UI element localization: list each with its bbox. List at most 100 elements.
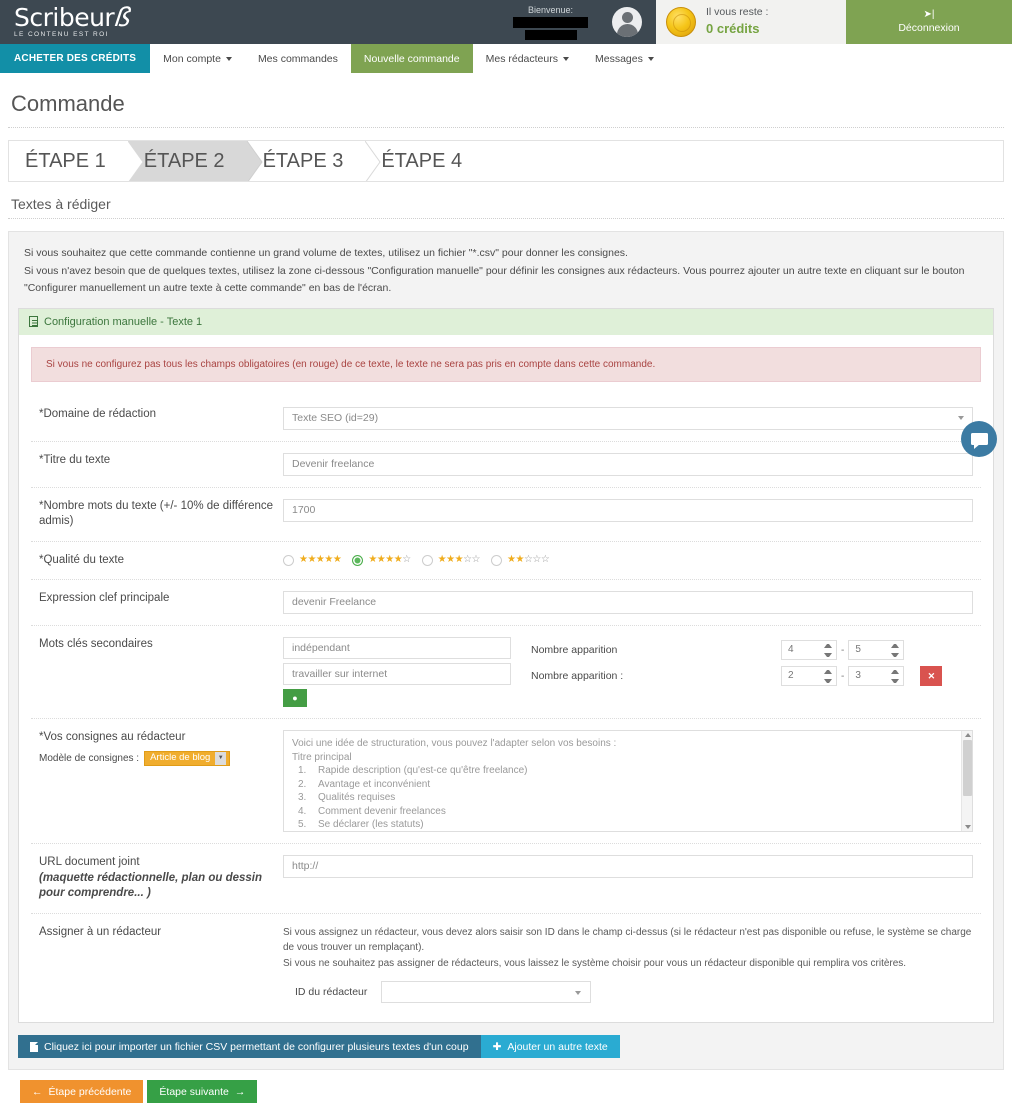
nav-item-mes-commandes[interactable]: Mes commandes [245, 44, 351, 73]
top-header: Scribeurß LE CONTENU EST ROI Bienvenue: … [0, 0, 1012, 44]
credits-text: Il vous reste : 0 crédits [706, 5, 768, 39]
delete-keyword-button[interactable]: ✕ [920, 666, 943, 687]
logout-button[interactable]: ➤| Déconnexion [846, 0, 1012, 44]
brand-name: Scribeurß [14, 3, 136, 33]
credits-value: 0 crédits [706, 21, 760, 37]
expression-clef-input[interactable]: devenir Freelance [283, 591, 973, 615]
consignes-item: 1. Rapide description (qu'est-ce qu'être … [298, 765, 528, 777]
nav-item-acheter-des-credits[interactable]: ACHETER DES CRÉDITS [0, 44, 151, 73]
arrow-left-icon: ← [32, 1085, 43, 1098]
nav-item-mes-redacteurs[interactable]: Mes rédacteurs [473, 44, 582, 73]
quality-option-5-stars[interactable]: ★★★★★ [283, 554, 342, 566]
chat-bubble-icon[interactable] [961, 421, 997, 457]
chat-bubble-glyph [970, 433, 988, 449]
field-row-url-document: URL document joint (maquette rédactionne… [31, 844, 981, 914]
id-redacteur-select-wrap[interactable] [381, 981, 592, 1004]
url-document-input[interactable]: http:// [283, 855, 973, 879]
quality-option-4-stars[interactable]: ★★★★☆ [352, 554, 411, 566]
stepper-arrows-icon[interactable] [891, 644, 900, 658]
nav-label: Mes rédacteurs [485, 52, 558, 65]
scroll-up-icon[interactable] [964, 733, 971, 738]
add-another-text-button[interactable]: ✚ Ajouter un autre texte [480, 1035, 620, 1059]
assigner-text-1: Si vous assignez un rédacteur, vous deve… [283, 926, 972, 954]
consignes-textarea[interactable]: Voici une idée de structuration, vous po… [283, 730, 973, 833]
label-consignes: *Vos consignes au rédacteur Modèle de co… [31, 730, 283, 766]
nombre-mots-input[interactable]: 1700 [283, 498, 973, 522]
radio-2-stars[interactable] [491, 554, 502, 566]
keyword-input-2[interactable]: travailler sur internet [283, 663, 511, 686]
model-consignes-line: Modèle de consignes : Article de blog ▼ [39, 750, 283, 766]
step-etape-2[interactable]: ÉTAPE 2 [127, 141, 263, 181]
radio-5-stars[interactable] [283, 554, 294, 566]
step-etape-4[interactable]: ÉTAPE 4 [365, 141, 485, 181]
redacted-username [513, 16, 588, 28]
textarea-scrollbar[interactable] [961, 731, 972, 832]
step-arrow-icon [246, 141, 263, 181]
credits-block: Il vous reste : 0 crédits [656, 0, 846, 44]
consignes-textarea-wrap: Voici une idée de structuration, vous po… [283, 730, 973, 833]
wizard-navigation-buttons: ← Étape précédente Étape suivante → [8, 1080, 1004, 1115]
consignes-heading: Titre principal [292, 751, 352, 763]
next-step-button[interactable]: Étape suivante → [147, 1080, 258, 1104]
intro-line-2: Si vous n'avez besoin que de quelques te… [24, 265, 965, 294]
plus-icon: ✚ [492, 1040, 502, 1053]
model-consignes-label: Modèle de consignes : [39, 752, 140, 764]
label-id-redacteur: ID du rédacteur [295, 986, 368, 999]
radio-3-stars[interactable] [421, 554, 433, 566]
avatar-wrapper[interactable] [598, 0, 656, 44]
occurrence-max-1[interactable]: 5 [848, 640, 905, 661]
welcome-label: Bienvenue: [527, 4, 574, 15]
occurrence-range-1: 4 - 5 [781, 640, 905, 661]
scroll-down-icon[interactable] [964, 825, 971, 830]
label-url-document-text: URL document joint [39, 856, 140, 869]
nav-item-mon-compte[interactable]: Mon compte [150, 44, 245, 73]
occurrence-min-1[interactable]: 4 [781, 640, 837, 661]
titre-input[interactable]: Devenir freelance [283, 452, 973, 476]
stepper-arrows-icon[interactable] [824, 670, 832, 684]
nav-item-nouvelle-commande[interactable]: Nouvelle commande [350, 44, 473, 73]
range-dash: - [841, 644, 845, 656]
document-icon [29, 316, 38, 328]
nav-label: Mes commandes [257, 52, 338, 65]
avatar[interactable] [612, 7, 642, 37]
radio-4-stars[interactable] [352, 554, 364, 566]
occurrence-label-1: Nombre apparition [531, 644, 618, 657]
step-etape-3[interactable]: ÉTAPE 3 [246, 141, 381, 181]
field-row-assigner: Assigner à un rédacteur Si vous assignez… [31, 914, 981, 1015]
manual-config-box: Configuration manuelle - Texte 1 Si vous… [18, 307, 994, 1024]
scrollbar-thumb[interactable] [963, 740, 972, 797]
page-title: Commande [11, 91, 125, 116]
quality-option-3-stars[interactable]: ★★★☆☆ [421, 554, 480, 566]
brand-logo[interactable]: Scribeurß LE CONTENU EST ROI [0, 0, 200, 44]
consignes-intro: Voici une idée de structuration, vous po… [292, 738, 617, 750]
quality-option-2-stars[interactable]: ★★☆☆☆ [491, 554, 550, 566]
model-consignes-select[interactable]: Article de blog ▼ [144, 750, 231, 766]
import-csv-button[interactable]: Cliquez ici pour importer un fichier CSV… [18, 1035, 481, 1059]
previous-step-button[interactable]: ← Étape précédente [20, 1080, 144, 1104]
occurrence-range-2: 2 - 3 ✕ [781, 666, 943, 687]
keywords-inputs: indépendant travailler sur internet ● [283, 637, 513, 708]
stepper-arrows-icon[interactable] [824, 644, 832, 658]
domaine-select[interactable]: Texte SEO (id=29) [283, 406, 973, 430]
order-panel: Si vous souhaitez que cette commande con… [8, 231, 1004, 1071]
header-spacer [200, 0, 503, 44]
domaine-select-wrap[interactable]: Texte SEO (id=29) [283, 406, 973, 430]
keyword-input-1[interactable]: indépendant [283, 637, 511, 660]
add-keyword-button[interactable]: ● [283, 689, 307, 708]
stars-2: ★★☆☆☆ [507, 554, 550, 566]
main-navigation: ACHETER DES CRÉDITS Mon compte Mes comma… [0, 44, 1012, 74]
chevron-down-icon: ▼ [215, 751, 227, 765]
section-subtitle: Textes à rédiger [11, 196, 111, 212]
nav-item-messages[interactable]: Messages [582, 44, 667, 73]
import-csv-label: Cliquez ici pour importer un fichier CSV… [44, 1040, 469, 1053]
consignes-item: 5. Se déclarer (les statuts) [298, 819, 424, 831]
chevron-down-icon [562, 56, 569, 61]
label-consignes-text: *Vos consignes au rédacteur [39, 731, 186, 744]
occurrence-min-2[interactable]: 2 [781, 666, 837, 687]
step-etape-1[interactable]: ÉTAPE 1 [9, 141, 144, 181]
occurrence-max-2[interactable]: 3 [848, 666, 905, 687]
step-label: ÉTAPE 2 [143, 149, 225, 172]
nav-label: ACHETER DES CRÉDITS [14, 53, 137, 64]
occurrence-row-2: Nombre apparition : 2 - 3 ✕ [531, 663, 973, 689]
stepper-arrows-icon[interactable] [891, 670, 900, 684]
